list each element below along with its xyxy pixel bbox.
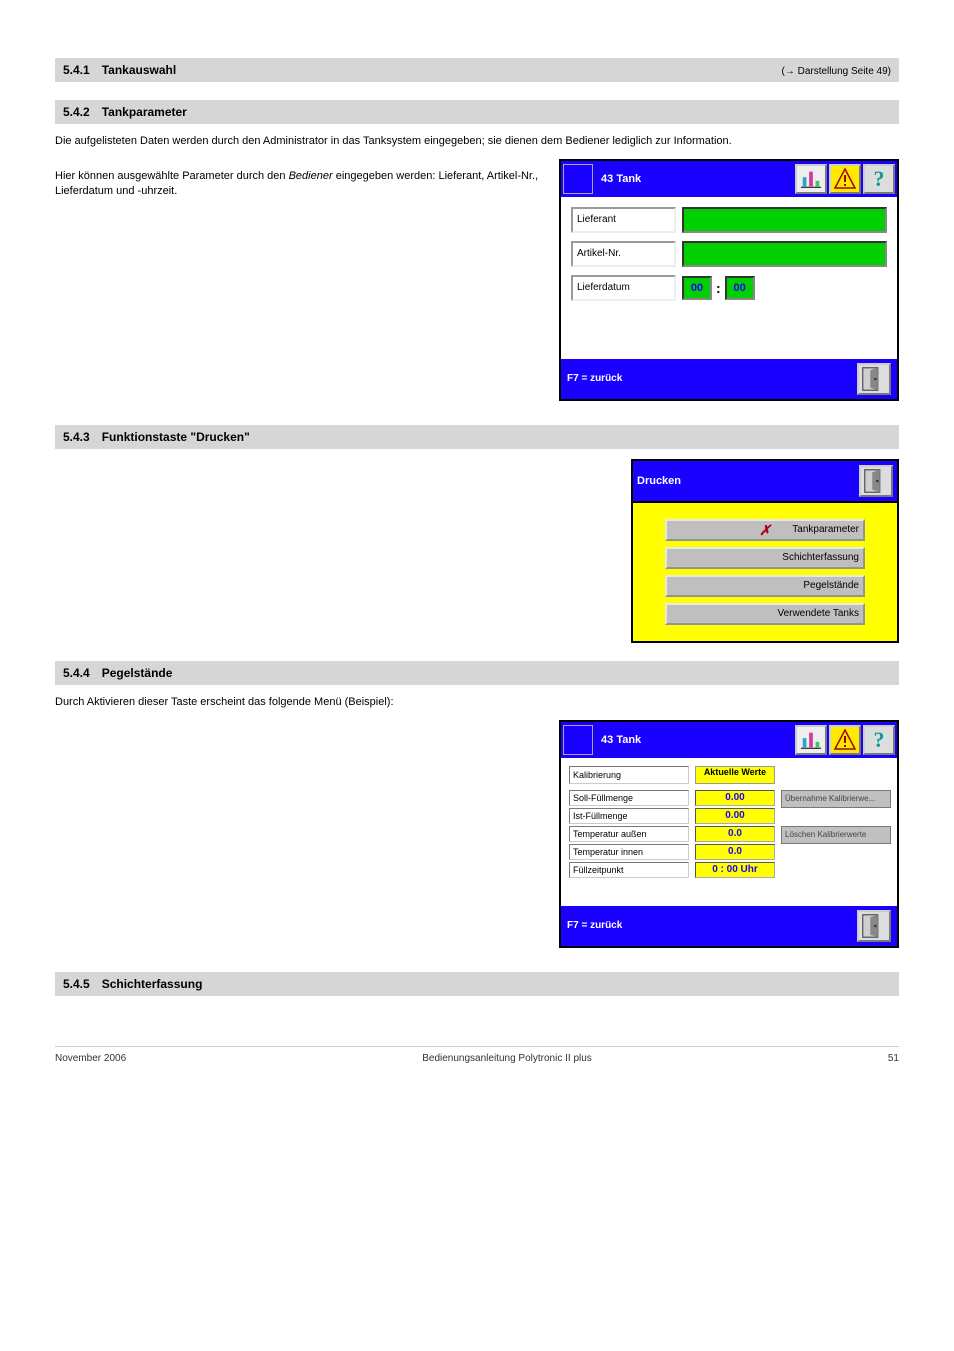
- window-title: 43 Tank: [595, 734, 793, 746]
- btn-loeschen-kalibrier[interactable]: Löschen Kalibrierwerte: [781, 826, 891, 844]
- col-aktuelle-werte: Aktuelle Werte: [695, 766, 775, 784]
- label-temp-aussen: Temperatur außen: [569, 826, 689, 842]
- heading-num: 5.4.2: [63, 105, 90, 119]
- heading-title: Tankparameter: [102, 105, 891, 119]
- heading-545: 5.4.5 Schichterfassung: [55, 972, 899, 996]
- chart-icon[interactable]: [795, 725, 827, 755]
- input-minute[interactable]: 00: [725, 276, 755, 300]
- heading-num: 5.4.5: [63, 977, 90, 991]
- para-542a: Die aufgelisteten Daten werden durch den…: [55, 134, 899, 149]
- titlebar: 43 Tank ?: [561, 161, 897, 197]
- para-544: Durch Aktivieren dieser Taste erscheint …: [55, 695, 899, 710]
- time-separator: :: [716, 280, 721, 296]
- print-window: Drucken ✗ Tankparameter Schichterfassung…: [631, 459, 899, 643]
- heading-ref: (→ Darstellung Seite 49): [782, 66, 892, 77]
- para-542b: Hier können ausgewählte Parameter durch …: [55, 169, 539, 199]
- heading-541: 5.4.1 Tankauswahl (→ Darstellung Seite 4…: [55, 58, 899, 82]
- heading-num: 5.4.1: [63, 63, 90, 77]
- warning-icon[interactable]: [829, 725, 861, 755]
- input-hour[interactable]: 00: [682, 276, 712, 300]
- btn-pegelstaende[interactable]: Pegelstände: [665, 575, 865, 597]
- footer-title: Bedienungsanleitung Polytronic II plus: [422, 1053, 592, 1064]
- heading-num: 5.4.4: [63, 666, 90, 680]
- exit-button[interactable]: [859, 465, 893, 497]
- help-icon[interactable]: ?: [863, 725, 895, 755]
- footer-date: November 2006: [55, 1053, 126, 1064]
- heading-title: Schichterfassung: [102, 977, 891, 991]
- exit-button[interactable]: [857, 363, 891, 395]
- system-icon[interactable]: [563, 725, 593, 755]
- label-kalibrierung: Kalibrierung: [569, 766, 689, 784]
- label-fuellzeitpunkt: Füllzeitpunkt: [569, 862, 689, 878]
- x-icon: ✗: [759, 522, 771, 538]
- label-ist: Ist-Füllmenge: [569, 808, 689, 824]
- heading-544: 5.4.4 Pegelstände: [55, 661, 899, 685]
- pegel-window: 43 Tank ? Kalibrierung Aktuelle Werte: [559, 720, 899, 948]
- heading-num: 5.4.3: [63, 430, 90, 444]
- footer-hint: F7 = zurück: [567, 373, 622, 384]
- input-lieferant[interactable]: [682, 207, 887, 233]
- value-fuellzeitpunkt: 0 : 00 Uhr: [695, 862, 775, 878]
- footer-hint: F7 = zurück: [567, 920, 622, 931]
- btn-tankparameter[interactable]: ✗ Tankparameter: [665, 519, 865, 541]
- btn-schichterfassung[interactable]: Schichterfassung: [665, 547, 865, 569]
- heading-543: 5.4.3 Funktionstaste "Drucken": [55, 425, 899, 449]
- window-title: 43 Tank: [595, 173, 793, 185]
- warning-icon[interactable]: [829, 164, 861, 194]
- value-temp-aussen: 0.0: [695, 826, 775, 842]
- titlebar: Drucken: [633, 461, 897, 501]
- label-lieferdatum: Lieferdatum: [571, 275, 676, 301]
- tank-param-window: 43 Tank ? Lieferant Artikel-Nr.: [559, 159, 899, 401]
- system-icon[interactable]: [563, 164, 593, 194]
- label-temp-innen: Temperatur innen: [569, 844, 689, 860]
- help-icon[interactable]: ?: [863, 164, 895, 194]
- chart-icon[interactable]: [795, 164, 827, 194]
- btn-uebernahme-kalibrier[interactable]: Übernahme Kalibrierwe...: [781, 790, 891, 808]
- label-artikelnr: Artikel-Nr.: [571, 241, 676, 267]
- heading-542: 5.4.2 Tankparameter: [55, 100, 899, 124]
- value-temp-innen: 0.0: [695, 844, 775, 860]
- page-footer: November 2006 Bedienungsanleitung Polytr…: [55, 1046, 899, 1064]
- label-soll: Soll-Füllmenge: [569, 790, 689, 806]
- window-title: Drucken: [637, 475, 681, 487]
- titlebar: 43 Tank ?: [561, 722, 897, 758]
- label-lieferant: Lieferant: [571, 207, 676, 233]
- footer-page: 51: [888, 1053, 899, 1064]
- heading-title: Pegelstände: [102, 666, 891, 680]
- value-ist: 0.00: [695, 808, 775, 824]
- heading-title: Tankauswahl: [102, 63, 782, 77]
- heading-title: Funktionstaste "Drucken": [102, 430, 891, 444]
- exit-button[interactable]: [857, 910, 891, 942]
- value-soll: 0.00: [695, 790, 775, 806]
- input-artikelnr[interactable]: [682, 241, 887, 267]
- btn-verwendete-tanks[interactable]: Verwendete Tanks: [665, 603, 865, 625]
